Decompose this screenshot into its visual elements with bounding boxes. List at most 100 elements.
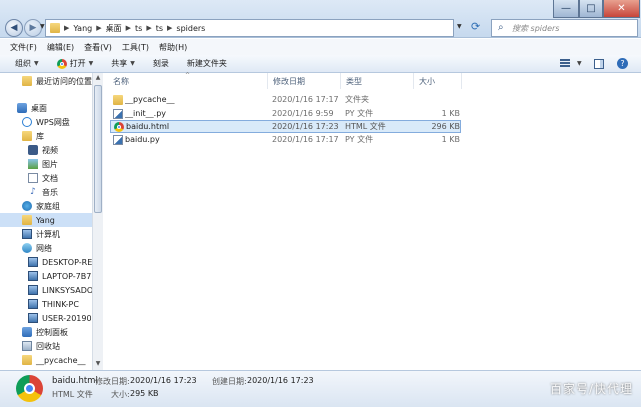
sidebar-item-think-pc[interactable]: THINK-PC — [0, 297, 92, 311]
sidebar-item-label: USER-201906 — [42, 313, 92, 323]
file-type: PY 文件 — [345, 109, 374, 118]
sidebar-item-label: DESKTOP-REE — [42, 257, 92, 267]
file-name: __pycache__ — [125, 95, 175, 104]
navigation-pane: 最近访问的位置 桌面 WPS网盘 库 视频 图片 文档 ♪ 音乐 家庭组 Yang… — [0, 73, 92, 370]
details-size-value: 295 KB — [130, 389, 159, 398]
forward-arrow-icon: ▶ — [29, 23, 37, 33]
preview-pane-icon[interactable] — [594, 59, 604, 69]
sidebar-item-laptop-7b76[interactable]: LAPTOP-7B76 — [0, 269, 92, 283]
breadcrumb-ts[interactable]: ts — [135, 24, 142, 33]
breadcrumb-spiders[interactable]: spiders — [176, 24, 205, 33]
close-button[interactable]: ✕ — [603, 0, 640, 18]
help-icon[interactable]: ? — [617, 58, 628, 69]
maximize-button[interactable]: □ — [579, 0, 603, 18]
menu-help[interactable]: 帮助(H) — [159, 42, 187, 53]
video-icon — [28, 145, 38, 155]
user-folder-icon — [22, 215, 32, 225]
file-type: HTML 文件 — [345, 122, 386, 131]
sidebar-item-recent-places[interactable]: 最近访问的位置 — [0, 74, 92, 88]
sidebar-item-label: 文档 — [42, 173, 58, 183]
sidebar-item-videos[interactable]: 视频 — [0, 143, 92, 157]
search-icon[interactable]: ⌕ — [498, 22, 504, 33]
search-input[interactable]: 搜索 spiders ⌕ — [491, 19, 638, 37]
sidebar-item-user-201906[interactable]: USER-201906 — [0, 311, 92, 325]
menu-bar: 文件(F) 编辑(E) 查看(V) 工具(T) 帮助(H) — [0, 39, 641, 55]
open-button[interactable]: 打开 ▼ — [56, 58, 93, 69]
sidebar-item-homegroup[interactable]: 家庭组 — [0, 199, 92, 213]
scroll-down-icon[interactable]: ▼ — [93, 360, 103, 367]
column-header-label: 名称 — [113, 76, 129, 86]
sidebar-item-pictures[interactable]: 图片 — [0, 157, 92, 171]
sidebar-item-label: LAPTOP-7B76 — [42, 271, 92, 281]
sidebar-item-control-panel[interactable]: 控制面板 — [0, 325, 92, 339]
menu-file[interactable]: 文件(F) — [10, 42, 37, 53]
refresh-icon[interactable]: ⟳ — [471, 20, 480, 33]
menu-tools[interactable]: 工具(T) — [122, 42, 149, 53]
sidebar-item-label: 计算机 — [36, 229, 60, 239]
sidebar-item-recycle-bin[interactable]: 回收站 — [0, 339, 92, 353]
sidebar-item-desktop-ree[interactable]: DESKTOP-REE — [0, 255, 92, 269]
chrome-large-icon — [16, 375, 43, 402]
column-header-type[interactable]: 类型 — [341, 73, 414, 89]
file-size: 1 KB — [441, 135, 460, 144]
chevron-right-icon: ▶ — [64, 24, 70, 32]
view-options-icon[interactable] — [560, 59, 570, 68]
sidebar-item-yang[interactable]: Yang — [0, 213, 92, 227]
recent-places-icon — [22, 76, 32, 86]
sidebar-item-label: LINKSYSADOO — [42, 285, 92, 295]
documents-icon — [28, 173, 38, 183]
sidebar-item-desktop[interactable]: 桌面 — [0, 101, 92, 115]
column-header-name[interactable]: 名称 — [108, 73, 268, 89]
title-bar: — □ ✕ ◀ ▶ ▼ ▶ Yang ▶ 桌面 ▶ ts ▶ ts ▶ spid… — [0, 0, 641, 38]
scroll-up-icon[interactable]: ▲ — [93, 74, 103, 81]
minimize-button[interactable]: — — [553, 0, 579, 18]
sidebar-item-music[interactable]: ♪ 音乐 — [0, 185, 92, 199]
table-row[interactable]: __pycache__ 2020/1/16 17:17 文件夹 — [110, 93, 461, 106]
sidebar-item-linksysadoo[interactable]: LINKSYSADOO — [0, 283, 92, 297]
sidebar-item-label: 网络 — [36, 243, 52, 253]
sidebar-item-libraries[interactable]: 库 — [0, 129, 92, 143]
table-row[interactable]: baidu.py 2020/1/16 17:17 PY 文件 1 KB — [110, 133, 461, 146]
column-header-modified[interactable]: 修改日期 — [268, 73, 341, 89]
view-chevron-down-icon[interactable]: ▼ — [577, 60, 582, 67]
breadcrumb-desktop[interactable]: 桌面 — [106, 23, 122, 34]
chevron-right-icon: ▶ — [167, 24, 173, 32]
sidebar-item-wps-drive[interactable]: WPS网盘 — [0, 115, 92, 129]
sidebar-item-label: 视频 — [42, 145, 58, 155]
sidebar-item-network[interactable]: 网络 — [0, 241, 92, 255]
file-size: 296 KB — [431, 122, 460, 131]
table-row-selected[interactable]: baidu.html 2020/1/16 17:23 HTML 文件 296 K… — [110, 120, 461, 133]
new-folder-button[interactable]: 新建文件夹 — [187, 58, 227, 69]
menu-view[interactable]: 查看(V) — [84, 42, 112, 53]
back-arrow-icon: ◀ — [10, 23, 18, 33]
desktop-icon — [17, 103, 27, 113]
sidebar-item-documents[interactable]: 文档 — [0, 171, 92, 185]
column-header-label: 大小 — [419, 76, 435, 86]
command-bar: 组织 ▼ 打开 ▼ 共享 ▼ 刻录 新建文件夹 ▼ ? — [0, 55, 641, 73]
back-button[interactable]: ◀ — [5, 19, 23, 37]
navigation-scrollbar[interactable]: ▲ ▼ — [92, 73, 103, 370]
details-created-value: 2020/1/16 17:23 — [247, 376, 314, 385]
chrome-html-icon — [114, 121, 124, 132]
breadcrumb-ts-2[interactable]: ts — [156, 24, 163, 33]
network-icon — [22, 243, 32, 253]
column-header-label: 类型 — [346, 76, 362, 86]
sidebar-item-pycache[interactable]: __pycache__ — [0, 353, 92, 367]
column-header-size[interactable]: 大小 — [414, 73, 462, 89]
network-pc-icon — [28, 285, 38, 295]
address-dropdown-icon[interactable]: ▼ — [457, 23, 462, 30]
file-type: PY 文件 — [345, 135, 374, 144]
breadcrumb-yang[interactable]: Yang — [73, 24, 92, 33]
chevron-down-icon: ▼ — [34, 60, 39, 67]
sidebar-item-computer[interactable]: 计算机 — [0, 227, 92, 241]
burn-button[interactable]: 刻录 — [153, 58, 169, 69]
table-row[interactable]: __init__.py 2020/1/16 9:59 PY 文件 1 KB — [110, 107, 461, 120]
network-pc-icon — [28, 313, 38, 323]
share-button[interactable]: 共享 ▼ — [111, 58, 135, 69]
recent-pages-chevron-icon[interactable]: ▼ — [40, 23, 45, 30]
menu-edit[interactable]: 编辑(E) — [47, 42, 74, 53]
file-size: 1 KB — [441, 109, 460, 118]
address-bar[interactable]: ▶ Yang ▶ 桌面 ▶ ts ▶ ts ▶ spiders — [45, 19, 454, 37]
scrollbar-thumb[interactable] — [94, 85, 102, 213]
organize-button[interactable]: 组织 ▼ — [15, 58, 39, 69]
